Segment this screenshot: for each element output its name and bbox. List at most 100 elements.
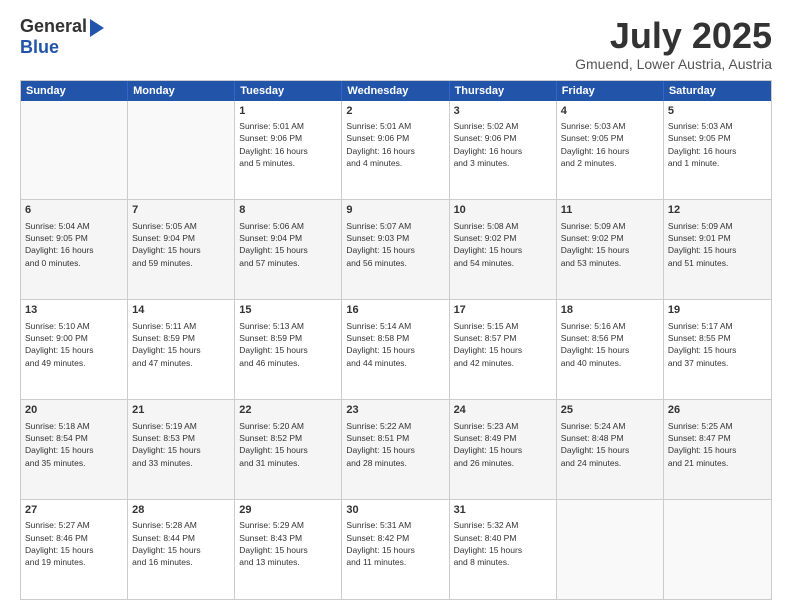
page: General Blue July 2025 Gmuend, Lower Aus… (0, 0, 792, 612)
calendar-cell-2-0: 13 Sunrise: 5:10 AMSunset: 9:00 PMDayligh… (21, 300, 128, 399)
calendar-cell-1-1: 7 Sunrise: 5:05 AMSunset: 9:04 PMDaylight… (128, 200, 235, 299)
day-info: Sunrise: 5:06 AMSunset: 9:04 PMDaylight:… (239, 220, 337, 269)
calendar-header: SundayMondayTuesdayWednesdayThursdayFrid… (21, 81, 771, 101)
calendar-cell-0-0 (21, 101, 128, 200)
calendar-cell-1-4: 10 Sunrise: 5:08 AMSunset: 9:02 PMDayligh… (450, 200, 557, 299)
day-number: 7 (132, 203, 230, 218)
logo-blue: Blue (20, 37, 59, 57)
day-info: Sunrise: 5:05 AMSunset: 9:04 PMDaylight:… (132, 220, 230, 269)
day-info: Sunrise: 5:10 AMSunset: 9:00 PMDaylight:… (25, 320, 123, 369)
calendar-cell-2-3: 16 Sunrise: 5:14 AMSunset: 8:58 PMDayligh… (342, 300, 449, 399)
calendar-cell-4-5 (557, 500, 664, 599)
day-info: Sunrise: 5:16 AMSunset: 8:56 PMDaylight:… (561, 320, 659, 369)
header-day-friday: Friday (557, 81, 664, 101)
day-info: Sunrise: 5:09 AMSunset: 9:01 PMDaylight:… (668, 220, 767, 269)
calendar-cell-2-5: 18 Sunrise: 5:16 AMSunset: 8:56 PMDayligh… (557, 300, 664, 399)
calendar-cell-1-3: 9 Sunrise: 5:07 AMSunset: 9:03 PMDaylight… (342, 200, 449, 299)
calendar-cell-4-0: 27Sunrise: 5:27 AMSunset: 8:46 PMDayligh… (21, 500, 128, 599)
day-info: Sunrise: 5:02 AMSunset: 9:06 PMDaylight:… (454, 120, 552, 169)
calendar-cell-1-2: 8Sunrise: 5:06 AMSunset: 9:04 PMDaylight… (235, 200, 342, 299)
calendar-cell-0-4: 3Sunrise: 5:02 AMSunset: 9:06 PMDaylight… (450, 101, 557, 200)
day-info: Sunrise: 5:08 AMSunset: 9:02 PMDaylight:… (454, 220, 552, 269)
logo-line2: Blue (20, 37, 59, 58)
title-month: July 2025 (575, 16, 772, 56)
calendar-cell-1-0: 6Sunrise: 5:04 AMSunset: 9:05 PMDaylight… (21, 200, 128, 299)
day-info: Sunrise: 5:15 AMSunset: 8:57 PMDaylight:… (454, 320, 552, 369)
day-info: Sunrise: 5:17 AMSunset: 8:55 PMDaylight:… (668, 320, 767, 369)
calendar-cell-4-6 (664, 500, 771, 599)
day-info: Sunrise: 5:11 AMSunset: 8:59 PMDaylight:… (132, 320, 230, 369)
calendar-cell-0-6: 5Sunrise: 5:03 AMSunset: 9:05 PMDaylight… (664, 101, 771, 200)
calendar-cell-3-6: 26Sunrise: 5:25 AMSunset: 8:47 PMDayligh… (664, 400, 771, 499)
calendar-cell-0-2: 1Sunrise: 5:01 AMSunset: 9:06 PMDaylight… (235, 101, 342, 200)
calendar-cell-3-1: 21 Sunrise: 5:19 AMSunset: 8:53 PMDayligh… (128, 400, 235, 499)
day-number: 18 (561, 303, 659, 318)
day-info: Sunrise: 5:03 AMSunset: 9:05 PMDaylight:… (561, 120, 659, 169)
calendar-cell-1-6: 12 Sunrise: 5:09 AMSunset: 9:01 PMDayligh… (664, 200, 771, 299)
calendar-cell-3-3: 23 Sunrise: 5:22 AMSunset: 8:51 PMDayligh… (342, 400, 449, 499)
day-info: Sunrise: 5:20 AMSunset: 8:52 PMDaylight:… (239, 420, 337, 469)
calendar: SundayMondayTuesdayWednesdayThursdayFrid… (20, 80, 772, 600)
calendar-cell-2-2: 15 Sunrise: 5:13 AMSunset: 8:59 PMDayligh… (235, 300, 342, 399)
day-number: 12 (668, 203, 767, 218)
day-number: 1 (239, 104, 337, 119)
calendar-cell-3-0: 20Sunrise: 5:18 AMSunset: 8:54 PMDayligh… (21, 400, 128, 499)
day-number: 9 (346, 203, 444, 218)
header-day-wednesday: Wednesday (342, 81, 449, 101)
day-info: Sunrise: 5:19 AMSunset: 8:53 PMDaylight:… (132, 420, 230, 469)
logo: General Blue (20, 16, 104, 58)
title-location: Gmuend, Lower Austria, Austria (575, 56, 772, 72)
day-info: Sunrise: 5:25 AMSunset: 8:47 PMDaylight:… (668, 420, 767, 469)
calendar-cell-3-2: 22Sunrise: 5:20 AMSunset: 8:52 PMDayligh… (235, 400, 342, 499)
header-day-saturday: Saturday (664, 81, 771, 101)
day-number: 15 (239, 303, 337, 318)
calendar-cell-3-4: 24Sunrise: 5:23 AMSunset: 8:49 PMDayligh… (450, 400, 557, 499)
calendar-row-1: 6Sunrise: 5:04 AMSunset: 9:05 PMDaylight… (21, 199, 771, 299)
logo-line1: General (20, 16, 104, 37)
calendar-body: 1Sunrise: 5:01 AMSunset: 9:06 PMDaylight… (21, 101, 771, 599)
header-day-monday: Monday (128, 81, 235, 101)
day-number: 2 (346, 104, 444, 119)
day-number: 27 (25, 503, 123, 518)
calendar-row-0: 1Sunrise: 5:01 AMSunset: 9:06 PMDaylight… (21, 101, 771, 200)
day-info: Sunrise: 5:07 AMSunset: 9:03 PMDaylight:… (346, 220, 444, 269)
day-number: 30 (346, 503, 444, 518)
day-info: Sunrise: 5:14 AMSunset: 8:58 PMDaylight:… (346, 320, 444, 369)
day-number: 14 (132, 303, 230, 318)
day-number: 16 (346, 303, 444, 318)
day-info: Sunrise: 5:22 AMSunset: 8:51 PMDaylight:… (346, 420, 444, 469)
day-info: Sunrise: 5:29 AMSunset: 8:43 PMDaylight:… (239, 519, 337, 568)
day-info: Sunrise: 5:31 AMSunset: 8:42 PMDaylight:… (346, 519, 444, 568)
calendar-cell-2-6: 19 Sunrise: 5:17 AMSunset: 8:55 PMDayligh… (664, 300, 771, 399)
day-number: 11 (561, 203, 659, 218)
header: General Blue July 2025 Gmuend, Lower Aus… (20, 16, 772, 72)
calendar-cell-0-5: 4Sunrise: 5:03 AMSunset: 9:05 PMDaylight… (557, 101, 664, 200)
day-number: 28 (132, 503, 230, 518)
day-number: 21 (132, 403, 230, 418)
day-info: Sunrise: 5:09 AMSunset: 9:02 PMDaylight:… (561, 220, 659, 269)
calendar-cell-4-1: 28Sunrise: 5:28 AMSunset: 8:44 PMDayligh… (128, 500, 235, 599)
day-number: 4 (561, 104, 659, 119)
day-number: 13 (25, 303, 123, 318)
calendar-cell-2-1: 14 Sunrise: 5:11 AMSunset: 8:59 PMDayligh… (128, 300, 235, 399)
header-day-sunday: Sunday (21, 81, 128, 101)
day-number: 23 (346, 403, 444, 418)
day-number: 5 (668, 104, 767, 119)
day-number: 20 (25, 403, 123, 418)
day-info: Sunrise: 5:03 AMSunset: 9:05 PMDaylight:… (668, 120, 767, 169)
calendar-cell-0-3: 2Sunrise: 5:01 AMSunset: 9:06 PMDaylight… (342, 101, 449, 200)
calendar-cell-2-4: 17 Sunrise: 5:15 AMSunset: 8:57 PMDayligh… (450, 300, 557, 399)
day-info: Sunrise: 5:04 AMSunset: 9:05 PMDaylight:… (25, 220, 123, 269)
day-number: 19 (668, 303, 767, 318)
day-info: Sunrise: 5:23 AMSunset: 8:49 PMDaylight:… (454, 420, 552, 469)
day-info: Sunrise: 5:01 AMSunset: 9:06 PMDaylight:… (239, 120, 337, 169)
day-number: 10 (454, 203, 552, 218)
day-info: Sunrise: 5:13 AMSunset: 8:59 PMDaylight:… (239, 320, 337, 369)
day-number: 17 (454, 303, 552, 318)
day-info: Sunrise: 5:01 AMSunset: 9:06 PMDaylight:… (346, 120, 444, 169)
calendar-cell-1-5: 11 Sunrise: 5:09 AMSunset: 9:02 PMDayligh… (557, 200, 664, 299)
day-info: Sunrise: 5:24 AMSunset: 8:48 PMDaylight:… (561, 420, 659, 469)
day-number: 25 (561, 403, 659, 418)
day-number: 29 (239, 503, 337, 518)
calendar-cell-0-1 (128, 101, 235, 200)
